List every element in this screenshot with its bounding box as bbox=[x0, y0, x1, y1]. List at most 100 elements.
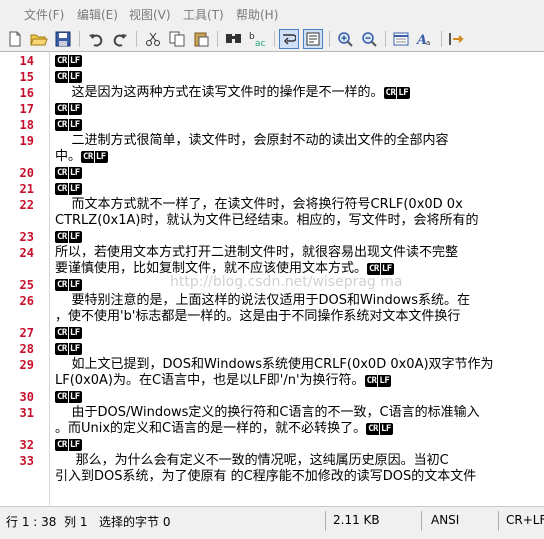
save-icon[interactable] bbox=[53, 29, 73, 49]
menu-edit[interactable]: 编辑(E) bbox=[77, 6, 118, 23]
text-line: 中。 CR LF bbox=[55, 149, 108, 165]
cr-symbol: CR bbox=[55, 390, 68, 403]
line-text: 所以，若使用文本方式打开二进制文件时，就很容易出现文件读不完整 bbox=[55, 245, 459, 260]
line-number: 26 bbox=[19, 294, 34, 308]
status-position: 行 1 : 38 bbox=[6, 515, 57, 529]
redo-icon[interactable] bbox=[110, 29, 130, 49]
status-selection: 选择的字节 0 bbox=[99, 515, 171, 529]
line-number: 18 bbox=[19, 118, 34, 132]
copy-icon[interactable] bbox=[167, 29, 187, 49]
editor[interactable]: 14 15 16 17 18 19 20 21 22 23 24 25 26 27 28 29 30 31 32 33… bbox=[0, 52, 544, 505]
menu-help[interactable]: 帮助(H) bbox=[236, 6, 278, 23]
line-number: 17 bbox=[19, 102, 34, 116]
text-line: CR LF bbox=[55, 117, 82, 133]
line-number: 33 bbox=[19, 454, 34, 468]
cr-symbol: CR bbox=[55, 342, 68, 355]
lf-symbol: LF bbox=[68, 342, 82, 355]
line-number: 16 bbox=[19, 86, 34, 100]
text-line: CR LF bbox=[55, 165, 82, 181]
line-text: ，使不使用'b'标志都是一样的。这是由于不同操作系统对文本文件换行 bbox=[55, 309, 461, 324]
text-line: 要特别注意的是，上面这样的说法仅适用于DOS和Windows系统。在 bbox=[55, 293, 471, 309]
new-file-icon[interactable] bbox=[5, 29, 25, 49]
zoom-out-icon[interactable] bbox=[359, 29, 379, 49]
text-line: CR LF bbox=[55, 53, 82, 69]
text-line: 那么，为什么会有定义不一致的情况呢，这纯属历史原因。当初C bbox=[55, 453, 449, 469]
text-line: 所以，若使用文本方式打开二进制文件时，就很容易出现文件读不完整 bbox=[55, 245, 458, 261]
extra-icon[interactable] bbox=[447, 29, 467, 49]
text-line: CR LF bbox=[55, 69, 82, 85]
font-icon[interactable]: Aa bbox=[415, 29, 435, 49]
cut-icon[interactable] bbox=[143, 29, 163, 49]
text-line: CR LF bbox=[55, 325, 82, 341]
lf-symbol: LF bbox=[68, 166, 82, 179]
find-icon[interactable] bbox=[224, 29, 244, 49]
status-column: 列 1 bbox=[64, 515, 88, 529]
settings-icon[interactable] bbox=[391, 29, 411, 49]
menu-bar: 文件(F) 编辑(E) 视图(V) 工具(T) 帮助(H) bbox=[0, 0, 544, 27]
line-number: 15 bbox=[19, 70, 34, 84]
line-number-gutter: 14 15 16 17 18 19 20 21 22 23 24 25 26 27 28 29 30 31 32 33 bbox=[0, 52, 50, 505]
status-file-size: 2.11 KB bbox=[333, 513, 380, 527]
status-eol: CR+LF bbox=[506, 513, 544, 527]
cr-symbol: CR bbox=[55, 278, 68, 291]
text-line: 。而Unix的定义和C语言的是一样的，就不必转换了。 CR LF bbox=[55, 421, 393, 437]
line-text: LF(0x0A)为。在C语言中，也是以LF即'/n'为换行符。 bbox=[55, 373, 365, 388]
menu-file[interactable]: 文件(F) bbox=[24, 6, 64, 23]
cr-symbol: CR bbox=[55, 118, 68, 131]
status-bar: 行 1 : 38 列 1 选择的字节 0 2.11 KB ANSI CR+LF bbox=[0, 506, 544, 539]
lf-symbol: LF bbox=[68, 182, 82, 195]
lf-symbol: LF bbox=[68, 118, 82, 131]
status-encoding: ANSI bbox=[431, 513, 460, 527]
line-text: 要特别注意的是，上面这样的说法仅适用于DOS和Windows系统。在 bbox=[55, 293, 471, 308]
line-text: 二进制方式很简单，读文件时，会原封不动的读出文件的全部内容 bbox=[55, 133, 449, 148]
text-line: CR LF bbox=[55, 389, 82, 405]
text-line: 而文本方式就不一样了，在读文件时，会将换行符号CRLF(0x0D 0x bbox=[55, 197, 463, 213]
lf-symbol: LF bbox=[68, 54, 82, 67]
svg-text:a: a bbox=[426, 39, 430, 47]
line-number: 27 bbox=[19, 326, 34, 340]
undo-icon[interactable] bbox=[86, 29, 106, 49]
show-symbols-icon[interactable] bbox=[303, 29, 323, 49]
cr-symbol: CR bbox=[383, 86, 397, 99]
word-wrap-icon[interactable] bbox=[279, 29, 299, 49]
cr-symbol: CR bbox=[366, 422, 379, 435]
lf-symbol: LF bbox=[68, 390, 82, 403]
cr-symbol: CR bbox=[55, 326, 68, 339]
svg-text:ac: ac bbox=[255, 39, 266, 48]
lf-symbol: LF bbox=[378, 374, 392, 387]
line-text: 那么，为什么会有定义不一致的情况呢，这纯属历史原因。当初C bbox=[55, 453, 449, 468]
line-text: 如上文已提到，DOS和Windows系统使用CRLF(0x0D 0x0A)双字节… bbox=[55, 357, 494, 372]
line-number: 24 bbox=[19, 246, 34, 260]
line-number: 32 bbox=[19, 438, 34, 452]
line-number: 23 bbox=[19, 230, 34, 244]
line-number: 31 bbox=[19, 406, 34, 420]
paste-icon[interactable] bbox=[191, 29, 211, 49]
text-line: CR LF bbox=[55, 277, 82, 293]
text-line: LF(0x0A)为。在C语言中，也是以LF即'/n'为换行符。 CR LF bbox=[55, 373, 392, 389]
lf-symbol: LF bbox=[68, 70, 82, 83]
menu-view[interactable]: 视图(V) bbox=[129, 6, 171, 23]
text-line: CR LF bbox=[55, 437, 82, 453]
text-line: 由于DOS/Windows定义的换行符和C语言的不一致，C语言的标准输入 bbox=[55, 405, 480, 421]
lf-symbol: LF bbox=[94, 150, 108, 163]
line-text: 而文本方式就不一样了，在读文件时，会将换行符号CRLF(0x0D 0x bbox=[55, 197, 463, 212]
line-text: 由于DOS/Windows定义的换行符和C语言的不一致，C语言的标准输入 bbox=[55, 405, 480, 420]
text-line: CR LF bbox=[55, 229, 82, 245]
cr-symbol: CR bbox=[55, 230, 68, 243]
line-number: 14 bbox=[19, 54, 34, 68]
line-number: 19 bbox=[19, 134, 34, 148]
cr-symbol: CR bbox=[55, 438, 68, 451]
text-line: 如上文已提到，DOS和Windows系统使用CRLF(0x0D 0x0A)双字节… bbox=[55, 357, 494, 373]
menu-tools[interactable]: 工具(T) bbox=[183, 6, 224, 23]
line-number: 22 bbox=[19, 198, 34, 212]
lf-symbol: LF bbox=[379, 422, 393, 435]
replace-icon[interactable]: b ac bbox=[248, 29, 268, 49]
open-folder-icon[interactable] bbox=[29, 29, 49, 49]
lf-symbol: LF bbox=[68, 278, 82, 291]
line-text: CTRLZ(0x1A)时，就认为文件已经结束。相应的，写文件时，会将所有的 bbox=[55, 213, 479, 228]
zoom-in-icon[interactable] bbox=[335, 29, 355, 49]
lf-symbol: LF bbox=[68, 102, 82, 115]
text-line: 二进制方式很简单，读文件时，会原封不动的读出文件的全部内容 bbox=[55, 133, 449, 149]
lf-symbol: LF bbox=[68, 230, 82, 243]
text-line: CR LF bbox=[55, 181, 82, 197]
